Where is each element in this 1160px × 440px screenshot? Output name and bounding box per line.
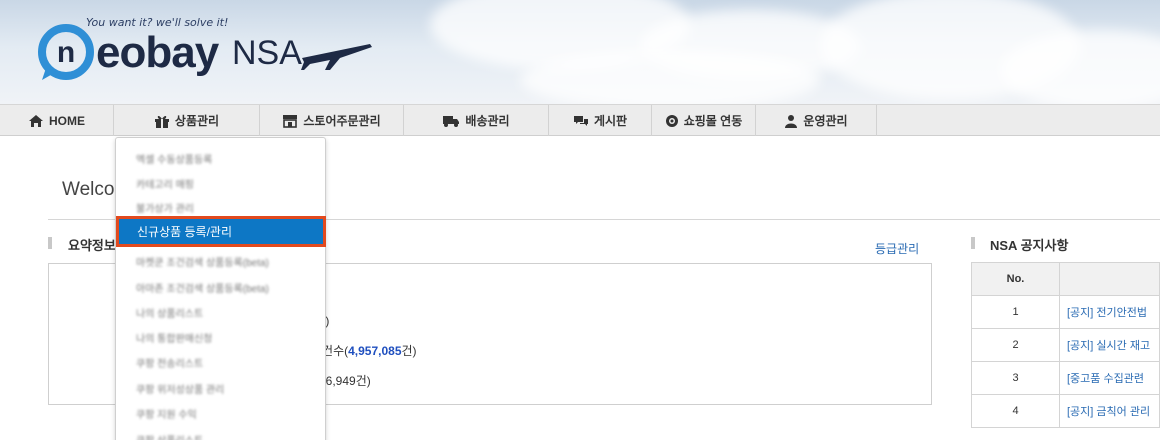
nav-label: 배송관리 [465, 114, 510, 128]
welcome-heading: Welco [62, 179, 115, 200]
nav-home[interactable]: HOME [0, 105, 114, 136]
main-nav: HOME 상품관리 스토어주문관리 배송관리 게시판 쇼핑몰 연동 운영관리 [0, 104, 1160, 136]
site-header: You want it? we'll solve it! n eobay NSA [0, 0, 1160, 104]
notice-title-link[interactable]: [중고품 수집관련 [1059, 361, 1160, 395]
dropdown-item[interactable]: 아마존 조건검색 상품등록(beta) [136, 280, 269, 295]
notice-no: 4 [971, 394, 1060, 428]
nav-board[interactable]: 게시판 [549, 105, 652, 136]
table-row[interactable]: 4 [공지] 금칙어 관리 [971, 394, 1160, 428]
table-row[interactable]: 3 [중고품 수집관련 [971, 361, 1160, 395]
notice-no: 1 [971, 295, 1060, 329]
dropdown-item[interactable]: 쿠팡 상품리스트 [136, 432, 203, 440]
logo-text[interactable]: eobay [96, 28, 219, 78]
nav-operation[interactable]: 운영관리 [756, 105, 877, 136]
logo-suffix[interactable]: NSA [232, 34, 302, 73]
notice-title-link[interactable]: [공지] 실시간 재고 [1059, 328, 1160, 362]
airplane-icon [301, 44, 372, 70]
truck-icon [443, 115, 460, 127]
nav-label: 쇼핑몰 연동 [683, 114, 743, 128]
dropdown-item[interactable]: 쿠팡 지원 수익 [136, 406, 197, 421]
summary-line-3: 36,949건) [319, 374, 371, 388]
gift-icon [154, 115, 169, 128]
nav-mall-sync[interactable]: 쇼핑몰 연동 [652, 105, 756, 136]
summary-title: 요약정보 [68, 238, 116, 253]
dropdown-item[interactable]: 엑셀 수동상품등록 [136, 151, 212, 166]
grade-manage-link[interactable]: 등급관리 [875, 240, 919, 257]
nav-product[interactable]: 상품관리 [114, 105, 260, 136]
summary-line-2-suffix: 건) [401, 344, 417, 358]
chat-icon [573, 115, 588, 126]
notice-title-link[interactable]: [공지] 전기안전법 [1059, 295, 1160, 329]
nav-store-order[interactable]: 스토어주문관리 [260, 105, 404, 136]
nav-label: 상품관리 [174, 114, 220, 128]
notice-no: 3 [971, 361, 1060, 395]
product-dropdown-menu: 엑셀 수동상품등록 카테고리 매핑 불가상가 관리 신규상품 등록/관리 마켓쿤… [115, 137, 326, 440]
dropdown-item-new-product[interactable]: 신규상품 등록/관리 [116, 216, 326, 247]
nav-label: 운영관리 [803, 114, 848, 128]
notice-header-row: No. [971, 262, 1160, 296]
dropdown-item[interactable]: 마켓쿤 조건검색 상품등록(beta) [136, 254, 269, 269]
notice-table: No. 1 [공지] 전기안전법 2 [공지] 실시간 재고 3 [중고품 수집… [971, 262, 1160, 428]
store-icon [283, 114, 298, 128]
svg-text:n: n [57, 36, 75, 69]
notice-no: 2 [971, 328, 1060, 362]
notice-title-link[interactable]: [공지] 금칙어 관리 [1059, 394, 1160, 428]
dropdown-item[interactable]: 나의 상품리스트 [136, 305, 203, 320]
summary-registered-count: 4,957,085 [348, 344, 402, 358]
dropdown-item[interactable]: 카테고리 매핑 [136, 176, 194, 191]
nav-label: HOME [49, 113, 85, 128]
user-icon [785, 114, 798, 128]
table-row[interactable]: 2 [공지] 실시간 재고 [971, 328, 1160, 362]
table-row[interactable]: 1 [공지] 전기안전법 [971, 295, 1160, 329]
nav-label: 스토어주문관리 [303, 114, 381, 128]
section-marker [48, 237, 52, 249]
summary-line-2: 록건수(4,957,085건) [311, 342, 417, 359]
dropdown-item[interactable]: 불가상가 관리 [136, 200, 194, 215]
notice-col-title [1059, 262, 1160, 296]
notice-title: NSA 공지사항 [990, 238, 1069, 253]
section-marker [971, 237, 975, 249]
dropdown-item[interactable]: 쿠팡 전송리스트 [136, 355, 203, 370]
nav-label: 게시판 [593, 114, 628, 128]
home-icon [29, 114, 43, 127]
dropdown-item[interactable]: 쿠팡 위저성상품 관리 [136, 381, 224, 396]
sync-icon [665, 114, 678, 127]
nav-shipping[interactable]: 배송관리 [404, 105, 549, 136]
dropdown-item[interactable]: 나의 통합판매신청 [136, 330, 212, 345]
notice-col-no: No. [971, 262, 1060, 296]
logo-n-icon[interactable]: n [36, 24, 96, 82]
